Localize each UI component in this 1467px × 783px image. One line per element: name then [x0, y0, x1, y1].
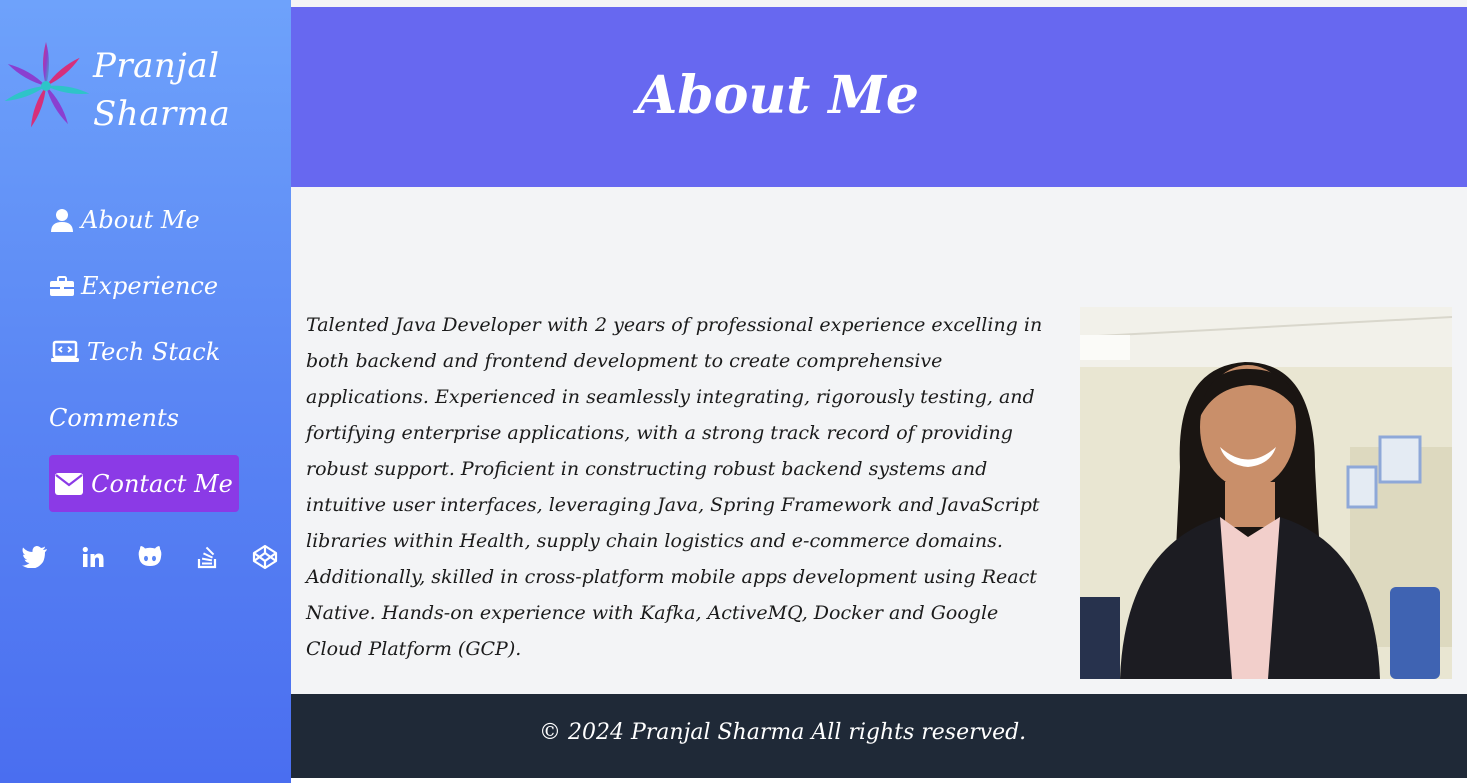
page-header: About Me [291, 7, 1467, 187]
nav-experience-label: Experience [81, 272, 219, 300]
nav-about-me-label: About Me [81, 206, 200, 234]
twitter-icon[interactable] [20, 542, 50, 572]
nav-comments-label: Comments [49, 404, 179, 432]
user-icon [51, 209, 73, 232]
social-links [20, 540, 280, 574]
stackoverflow-icon[interactable] [193, 542, 223, 572]
footer: © 2024 Pranjal Sharma All rights reserve… [291, 694, 1467, 778]
briefcase-icon [50, 276, 74, 296]
bottom-strip [291, 778, 1467, 783]
nav-about-me[interactable]: About Me [49, 200, 200, 240]
linkedin-icon[interactable] [78, 542, 108, 572]
flower-logo-icon [4, 42, 90, 128]
brand-name: Pranjal Sharma [93, 46, 231, 134]
page-title: About Me [637, 65, 919, 126]
copyright-text: © 2024 Pranjal Sharma All rights reserve… [539, 720, 1027, 745]
top-strip [291, 0, 1467, 7]
nav-comments[interactable]: Comments [49, 398, 179, 438]
codepen-icon[interactable] [250, 542, 280, 572]
brand[interactable]: Pranjal Sharma [0, 38, 291, 138]
envelope-icon [55, 472, 84, 495]
nav-tech-stack[interactable]: Tech Stack [49, 332, 220, 372]
profile-photo [1080, 307, 1452, 679]
sidebar: Pranjal Sharma About Me Experience Tech … [0, 0, 291, 783]
bio-paragraph: Talented Java Developer with 2 years of … [306, 314, 1043, 660]
nav-experience[interactable]: Experience [49, 266, 218, 306]
contact-me-label: Contact Me [91, 469, 233, 498]
about-section: Talented Java Developer with 2 years of … [291, 187, 1467, 694]
nav-tech-stack-label: Tech Stack [87, 338, 221, 366]
laptop-code-icon [51, 340, 79, 362]
github-icon[interactable] [135, 542, 165, 572]
contact-me-button[interactable]: Contact Me [49, 455, 239, 512]
